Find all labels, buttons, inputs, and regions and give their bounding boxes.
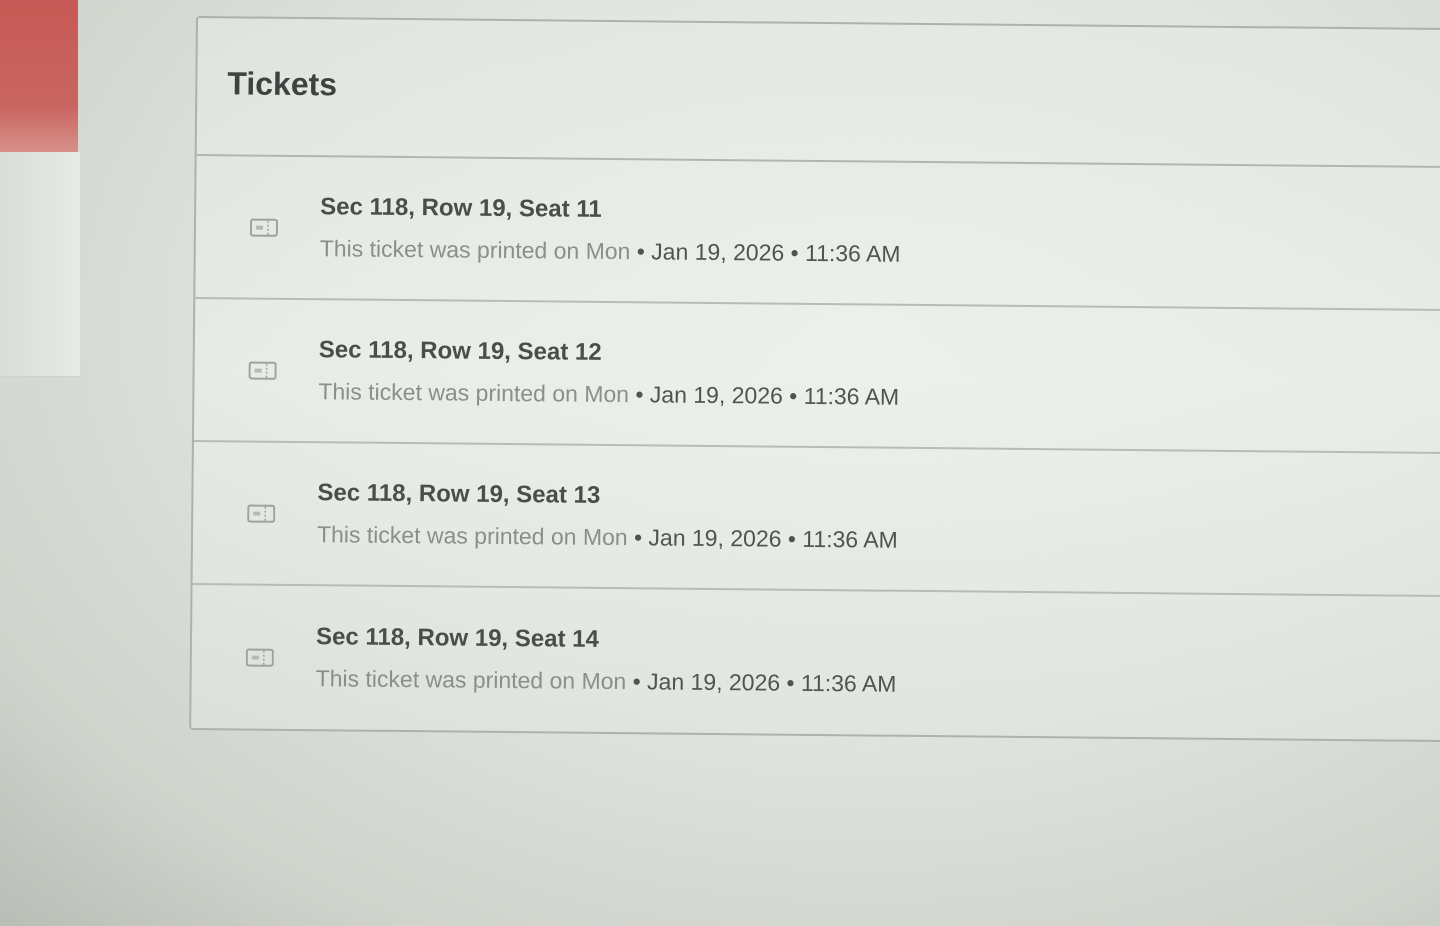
ticket-icon (248, 361, 277, 380)
sidebar-accent-block (0, 0, 78, 152)
ticket-printed-prefix: This ticket was printed on Mon (318, 378, 630, 408)
ticket-printed-prefix: This ticket was printed on Mon (315, 665, 627, 695)
ticket-row[interactable]: Sec 118, Row 19, Seat 13 This ticket was… (192, 441, 1440, 598)
ticket-printed-date: • Jan 19, 2026 • 11:36 AM (627, 524, 898, 553)
ticket-icon (247, 504, 276, 523)
ticket-printed-info: This ticket was printed on Mon • Jan 19,… (317, 521, 898, 554)
ticket-row[interactable]: Sec 118, Row 19, Seat 12 This ticket was… (193, 299, 1440, 455)
ticket-printed-info: This ticket was printed on Mon • Jan 19,… (316, 665, 897, 698)
ticket-seat-label: Sec 118, Row 19, Seat 11 (320, 193, 602, 223)
tickets-card: Tickets Sec 118, Row 19, Seat 11 This ti… (189, 16, 1440, 743)
sidebar-panel (0, 152, 80, 377)
ticket-seat-label: Sec 118, Row 19, Seat 12 (318, 336, 602, 366)
ticket-printed-info: This ticket was printed on Mon • Jan 19,… (318, 378, 899, 411)
ticket-seat-label: Sec 118, Row 19, Seat 13 (317, 479, 601, 509)
ticket-details: Sec 118, Row 19, Seat 14 This ticket was… (316, 623, 897, 698)
ticket-details: Sec 118, Row 19, Seat 13 This ticket was… (317, 479, 898, 554)
ticket-details: Sec 118, Row 19, Seat 12 This ticket was… (318, 336, 899, 411)
ticket-seat-label: Sec 118, Row 19, Seat 14 (315, 623, 600, 653)
ticket-details: Sec 118, Row 19, Seat 11 This ticket was… (320, 193, 901, 268)
ticket-printed-date: • Jan 19, 2026 • 11:36 AM (626, 668, 897, 697)
ticket-printed-prefix: This ticket was printed on Mon (319, 235, 631, 265)
ticket-printed-date: • Jan 19, 2026 • 11:36 AM (628, 381, 900, 410)
ticket-printed-prefix: This ticket was printed on Mon (316, 521, 628, 551)
ticket-printed-info: This ticket was printed on Mon • Jan 19,… (320, 235, 901, 268)
ticket-icon (245, 648, 274, 667)
ticket-row[interactable]: Sec 118, Row 19, Seat 11 This ticket was… (195, 156, 1440, 312)
ticket-printed-date: • Jan 19, 2026 • 11:36 AM (630, 238, 901, 267)
ticket-row[interactable]: Sec 118, Row 19, Seat 14 This ticket was… (191, 585, 1440, 740)
tickets-card-header: Tickets (196, 18, 1440, 169)
ticket-icon (249, 218, 279, 237)
tickets-card-title: Tickets (227, 64, 338, 102)
